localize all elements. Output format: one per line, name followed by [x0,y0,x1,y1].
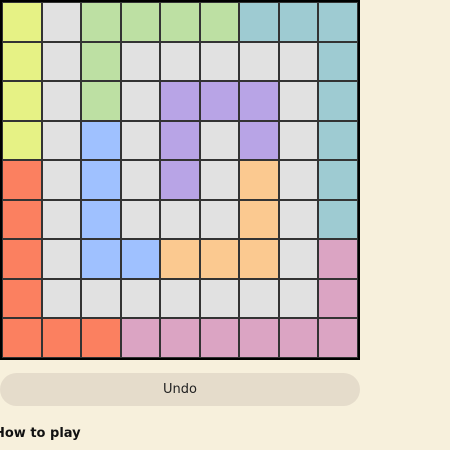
board-cell[interactable] [199,41,240,82]
board-cell[interactable] [160,120,200,161]
board-cell[interactable] [160,278,200,319]
board-cell[interactable] [2,318,42,358]
board-cell[interactable] [239,160,279,200]
board-cell[interactable] [2,2,42,42]
board-cell[interactable] [81,2,121,42]
board-cell[interactable] [2,239,42,279]
board-cell[interactable] [120,120,161,161]
board-cell[interactable] [81,239,121,279]
board-cell[interactable] [81,318,121,358]
board-cell[interactable] [199,278,240,319]
board-cell[interactable] [278,239,319,279]
board-cell[interactable] [160,2,200,42]
board-cell[interactable] [120,2,161,42]
board-cell[interactable] [278,278,319,319]
board-cell[interactable] [278,160,319,200]
board-cell[interactable] [2,81,42,121]
board-cell[interactable] [41,41,82,82]
board-cell[interactable] [199,81,240,121]
board-cell[interactable] [318,2,358,42]
board-cell[interactable] [239,239,279,279]
board-cell[interactable] [160,239,200,279]
board-cell[interactable] [199,199,240,240]
board-cell[interactable] [41,81,82,121]
board-cell[interactable] [160,41,200,82]
board-cell[interactable] [239,120,279,161]
board-cell[interactable] [2,199,42,240]
board-cell[interactable] [120,199,161,240]
board-cell[interactable] [239,199,279,240]
board-cell[interactable] [41,239,82,279]
board-cell[interactable] [2,160,42,200]
board-cell[interactable] [41,2,82,42]
board-cell[interactable] [278,318,319,358]
board-cell[interactable] [41,160,82,200]
board-cell[interactable] [41,278,82,319]
board-cell[interactable] [2,278,42,319]
board-cell[interactable] [81,41,121,82]
board-cell[interactable] [278,81,319,121]
board-cell[interactable] [199,239,240,279]
board-cell[interactable] [160,160,200,200]
board-cell[interactable] [81,160,121,200]
board-cell[interactable] [318,41,358,82]
board-cell[interactable] [81,81,121,121]
board-cell[interactable] [318,120,358,161]
board-cell[interactable] [318,278,358,319]
board-cell[interactable] [199,2,240,42]
board-cell[interactable] [160,199,200,240]
board-cell[interactable] [120,278,161,319]
board-cell[interactable] [120,160,161,200]
board-cell[interactable] [41,318,82,358]
board-cell[interactable] [81,199,121,240]
board-cell[interactable] [318,199,358,240]
board-cell[interactable] [120,41,161,82]
board-cell[interactable] [41,120,82,161]
board-cell[interactable] [239,2,279,42]
board-cell[interactable] [120,318,161,358]
board-cell[interactable] [278,120,319,161]
board-cell[interactable] [120,81,161,121]
board-cell[interactable] [41,199,82,240]
board-cell[interactable] [239,278,279,319]
board-cell[interactable] [239,81,279,121]
board-cell[interactable] [120,239,161,279]
board-cell[interactable] [278,2,319,42]
board-cell[interactable] [239,318,279,358]
board-cell[interactable] [318,318,358,358]
board-cell[interactable] [2,120,42,161]
board-cell[interactable] [160,81,200,121]
board-cell[interactable] [199,318,240,358]
board-cell[interactable] [199,120,240,161]
board-cell[interactable] [278,41,319,82]
board-cell[interactable] [81,278,121,319]
board-cell[interactable] [318,81,358,121]
undo-button[interactable]: Undo [0,373,360,406]
board-cell[interactable] [239,41,279,82]
board-cell[interactable] [318,239,358,279]
board-cell[interactable] [199,160,240,200]
game-board [0,0,360,360]
board-cell[interactable] [160,318,200,358]
board-cell[interactable] [2,41,42,82]
board-cell[interactable] [81,120,121,161]
board-cell[interactable] [278,199,319,240]
board-cell[interactable] [318,160,358,200]
how-to-play-link[interactable]: How to play [0,426,81,441]
